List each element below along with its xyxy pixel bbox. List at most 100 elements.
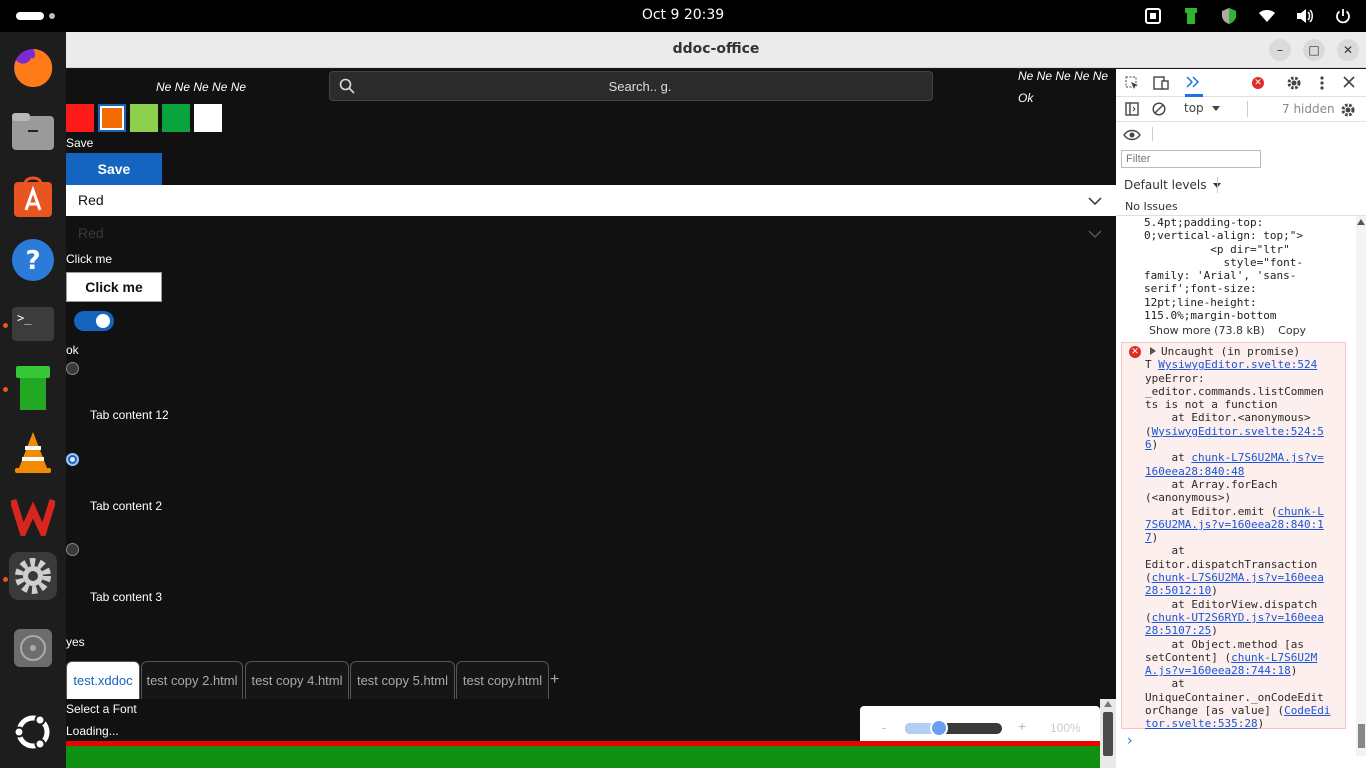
wifi-icon[interactable]	[1256, 5, 1278, 27]
clear-console-icon[interactable]	[1152, 102, 1166, 116]
system-top-bar: Oct 9 20:39	[0, 0, 1366, 32]
tab-test-copy-2[interactable]: test copy 2.html	[141, 661, 243, 699]
green-pipe-app-icon[interactable]	[9, 364, 57, 412]
more-tabs-icon[interactable]	[1186, 76, 1200, 88]
console-scrollbar-thumb[interactable]	[1358, 724, 1365, 748]
error-source-link[interactable]: WysiwygEditor.svelte:524:5 6	[1145, 425, 1324, 451]
device-toggle-icon[interactable]	[1153, 76, 1169, 90]
error-text-segment: at Array.forEach (<anonymous>) at Editor…	[1145, 477, 1278, 518]
color-select-disabled-value: Red	[78, 225, 104, 241]
firefox-icon[interactable]	[9, 44, 57, 92]
search-input[interactable]	[370, 76, 910, 96]
color-swatch-green[interactable]	[162, 104, 190, 132]
error-head: Uncaught (in promise)	[1161, 345, 1301, 358]
error-source-link[interactable]: chunk-L7S6U2MA.js?v=160eea 28:5012:10	[1145, 571, 1324, 597]
scrollbar[interactable]	[1100, 699, 1116, 768]
ubuntu-icon[interactable]	[9, 708, 57, 756]
color-swatch-light-green[interactable]	[130, 104, 158, 132]
zoom-in-button[interactable]: +	[1018, 718, 1026, 734]
radio-tab-content-12[interactable]	[66, 362, 79, 375]
console-toolbar: top 7 hidden	[1116, 97, 1366, 122]
tab-test-copy[interactable]: test copy.html	[456, 661, 549, 699]
console-filter-input[interactable]	[1121, 150, 1261, 168]
minimize-button[interactable]: –	[1269, 39, 1291, 61]
save-button[interactable]: Save	[66, 153, 162, 185]
default-levels-dropdown[interactable]: Default levels	[1124, 178, 1222, 192]
tab-test-copy-5[interactable]: test copy 5.html	[350, 661, 455, 699]
maximize-button[interactable]: □	[1303, 39, 1325, 61]
scroll-up-icon[interactable]	[1357, 219, 1365, 225]
sidebar-toggle-icon[interactable]	[1125, 102, 1139, 116]
running-indicator	[3, 323, 8, 328]
search-icon	[339, 78, 355, 94]
terminal-icon[interactable]: >_	[9, 300, 57, 348]
inspect-icon[interactable]	[1125, 76, 1139, 90]
zoom-slider-thumb[interactable]	[929, 719, 948, 737]
settings-icon[interactable]	[9, 552, 57, 600]
chevron-down-icon	[1088, 197, 1102, 205]
color-select-disabled[interactable]: Red	[66, 218, 1116, 248]
context-selector[interactable]: top	[1184, 101, 1242, 119]
error-text-segment: ) at	[1151, 438, 1185, 465]
color-swatch-orange[interactable]	[98, 104, 126, 132]
scrollbar-thumb[interactable]	[1103, 712, 1113, 756]
error-source-link[interactable]: WysiwygEditor.svelte:524	[1158, 358, 1317, 371]
console-settings-icon[interactable]	[1340, 102, 1356, 118]
issues-row: No Issues	[1116, 197, 1366, 216]
screenshot-icon[interactable]	[1142, 5, 1164, 27]
power-icon[interactable]	[1332, 5, 1354, 27]
help-icon[interactable]: ?	[9, 236, 57, 284]
console-log-actions: Show more (73.8 kB) Copy	[1149, 324, 1306, 337]
window-title: ddoc-office	[672, 41, 760, 57]
zoom-percent: 100%	[1050, 721, 1081, 735]
error-count-icon[interactable]: ✕	[1252, 77, 1264, 89]
error-icon: ✕	[1129, 346, 1141, 358]
kebab-menu-icon[interactable]	[1319, 75, 1325, 91]
color-select[interactable]: Red	[66, 185, 1116, 216]
no-issues-text[interactable]: No Issues	[1125, 200, 1178, 213]
volume-icon[interactable]	[1294, 5, 1316, 27]
close-icon[interactable]	[1343, 76, 1355, 88]
shield-icon[interactable]	[1218, 5, 1240, 27]
disk-icon[interactable]	[9, 624, 57, 672]
vlc-icon[interactable]	[9, 428, 57, 476]
running-indicator	[3, 577, 8, 582]
error-source-link[interactable]: chunk-UT2S6RYD.js?v=160eea 28:5107:25	[1145, 611, 1324, 637]
radio-tab-content-2[interactable]	[66, 453, 79, 466]
scroll-up-icon[interactable]	[1104, 701, 1112, 707]
wps-office-icon[interactable]	[9, 492, 57, 540]
window-title-bar[interactable]: ddoc-office – □ ✕	[66, 32, 1366, 68]
tab-test-copy-4[interactable]: test copy 4.html	[245, 661, 349, 699]
close-button[interactable]: ✕	[1337, 39, 1359, 61]
loading-text: Loading...	[66, 724, 119, 738]
gear-icon[interactable]	[1286, 75, 1302, 91]
click-me-label: Click me	[66, 252, 113, 266]
click-me-button[interactable]: Click me	[66, 272, 162, 302]
error-text: Uncaught (in promise) T WysiwygEditor.sv…	[1145, 345, 1343, 731]
devtools-toolbar: ✕	[1116, 69, 1366, 97]
hidden-count[interactable]: 7 hidden	[1282, 102, 1335, 116]
zoom-slider[interactable]	[905, 723, 1002, 734]
color-swatch-red[interactable]	[66, 104, 94, 132]
zoom-out-button[interactable]: -	[882, 720, 886, 735]
green-pipe-icon[interactable]	[1180, 5, 1202, 27]
eye-icon[interactable]	[1123, 129, 1141, 141]
app-center-icon[interactable]	[9, 172, 57, 220]
console-log-code: 5.4pt;padding-top: 0;vertical-align: top…	[1144, 216, 1303, 323]
copy-link[interactable]: Copy	[1278, 324, 1306, 337]
show-more-link[interactable]: Show more (73.8 kB)	[1149, 324, 1265, 337]
console-prompt[interactable]: ›	[1127, 733, 1133, 749]
search-bar[interactable]	[329, 71, 933, 101]
ok-text-right: Ok	[1018, 91, 1034, 105]
live-expression-row	[1116, 122, 1366, 147]
tab-test-xddoc[interactable]: test.xddoc	[66, 661, 140, 699]
context-value: top	[1184, 101, 1204, 115]
files-icon[interactable]	[9, 108, 57, 156]
add-tab-button[interactable]: +	[550, 661, 566, 699]
ne-text-right: Ne Ne Ne Ne Ne	[1018, 69, 1109, 83]
console-scrollbar[interactable]	[1356, 216, 1366, 756]
toggle-switch[interactable]	[74, 311, 114, 331]
color-swatch-white[interactable]	[194, 104, 222, 132]
dock: ? >_	[0, 32, 66, 768]
radio-tab-content-3[interactable]	[66, 543, 79, 556]
